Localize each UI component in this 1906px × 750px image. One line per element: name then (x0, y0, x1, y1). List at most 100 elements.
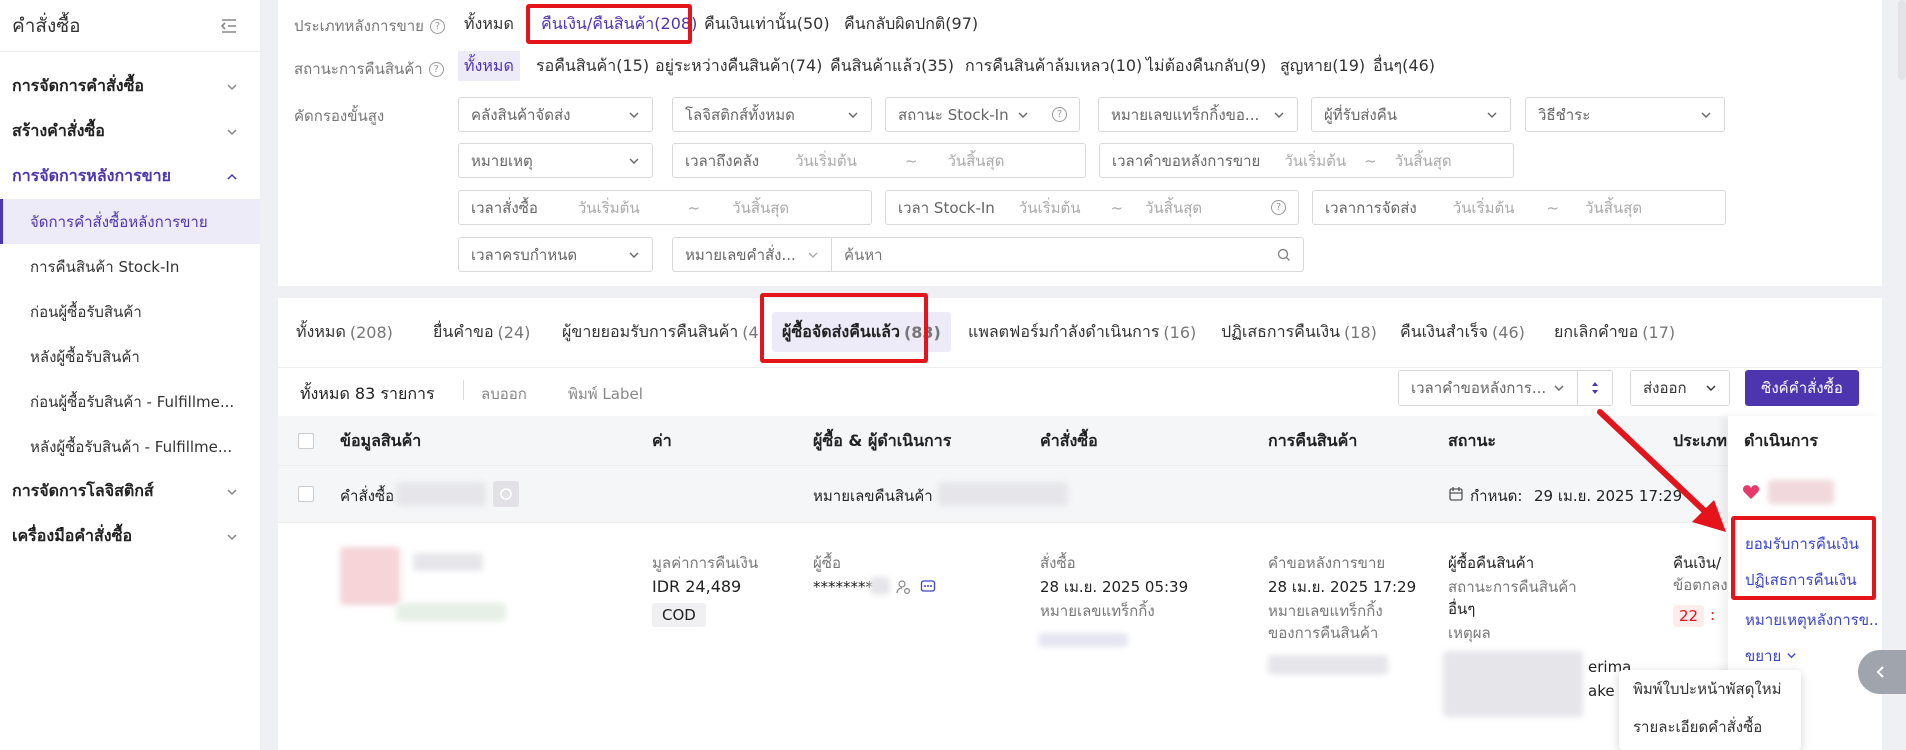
sidebar-item-after-receive[interactable]: หลังผู้ซื้อรับสินค้า (0, 334, 260, 379)
sort-select[interactable]: เวลาคำขอหลังการ... (1398, 370, 1578, 406)
chat-icon[interactable] (920, 579, 936, 595)
sort-order-toggle[interactable] (1577, 370, 1613, 406)
stock-in-status-select[interactable]: สถานะ Stock-In? (885, 97, 1080, 132)
delete-button[interactable]: ลบออก (481, 382, 527, 406)
tab-request-cancelled[interactable]: ยกเลิกคำขอ (17) (1544, 312, 1685, 352)
ship-time-range[interactable]: เวลาการจัดส่ง วันเริ่มต้น ~ วันสิ้นสุด (1312, 190, 1726, 225)
copy-icon[interactable] (493, 481, 519, 507)
print-label-button[interactable]: พิมพ์ Label (568, 382, 643, 406)
search-icon[interactable] (1277, 248, 1291, 262)
type-chip-all[interactable]: ทั้งหมด (458, 9, 520, 39)
sidebar-group-label: เครื่องมือคำสั่งซื้อ (12, 526, 133, 545)
stock-in-time-range[interactable]: เวลา Stock-In วันเริ่มต้น ~ วันสิ้นสุด? (885, 190, 1299, 225)
chevron-down-icon (1274, 112, 1284, 118)
after-sales-note-link[interactable]: หมายเหตุหลังการข... (1745, 608, 1877, 632)
order-number-type-select[interactable]: หมายเลขคำสั่ง... (672, 237, 832, 272)
sidebar-group-label: สร้างคำสั่งซื้อ (12, 121, 105, 140)
sidebar-group-order-tools[interactable]: เครื่องมือคำสั่งซื้อ (0, 514, 260, 559)
start-date-input[interactable]: วันเริ่มต้น (578, 196, 640, 220)
sync-orders-button[interactable]: ซิงค์คำสั่งซื้อ (1745, 370, 1859, 406)
end-date-input[interactable]: วันสิ้นสุด (732, 196, 789, 220)
chevron-down-icon (1018, 112, 1028, 118)
warehouse-time-range[interactable]: เวลาถึงคลัง วันเริ่มต้น ~ วันสิ้นสุด (672, 143, 1086, 178)
status-chip-other[interactable]: อื่นๆ(46) (1367, 51, 1441, 81)
accept-refund-link[interactable]: ยอมรับการคืนเงิน (1745, 532, 1859, 556)
sidebar-item-after-receive-fulfillment[interactable]: หลังผู้ซื้อรับสินค้า - Fulfillme... (0, 424, 260, 469)
collapse-menu-icon[interactable] (220, 18, 238, 34)
status-value: อื่นๆ (1448, 600, 1476, 618)
status-chip-returned[interactable]: คืนสินค้าแล้ว(35) (824, 51, 960, 81)
payment-method-select[interactable]: วิธีชำระ (1525, 97, 1725, 132)
help-icon[interactable]: ? (428, 61, 444, 77)
row-checkbox[interactable] (298, 486, 314, 502)
tracking-type-select[interactable]: หมายเลขแทร็กกิ้งขอ... (1098, 97, 1298, 132)
sidebar-item-stock-in-return[interactable]: การคืนสินค้า Stock-In (0, 244, 260, 289)
tab-seller-accepted[interactable]: ผู้ขายยอมรับการคืนสินค้า (4) (552, 312, 775, 352)
sidebar-header: คำสั่งซื้อ (0, 0, 260, 52)
export-button[interactable]: ส่งออก (1630, 370, 1730, 406)
countdown-badge: 22 (1673, 605, 1705, 627)
tab-platform-processing[interactable]: แพลตฟอร์มกำลังดำเนินการ (16) (958, 312, 1206, 352)
type-chip-abnormal-return[interactable]: คืนกลับผิดปกติ(97) (838, 9, 984, 39)
logistics-select[interactable]: โลจิสติกส์ทั้งหมด (672, 97, 872, 132)
start-date-input[interactable]: วันเริ่มต้น (1284, 149, 1346, 173)
help-icon[interactable]: ? (1271, 200, 1286, 215)
end-date-input[interactable]: วันสิ้นสุด (947, 149, 1004, 173)
help-icon[interactable]: ? (1052, 107, 1067, 122)
end-date-input[interactable]: วันสิ้นสุด (1395, 149, 1452, 173)
page-scrollbar[interactable] (1898, 0, 1906, 80)
select-value: คลังสินค้าจัดส่ง (471, 105, 571, 124)
status-title: ผู้ซื้อคืนสินค้า (1448, 554, 1535, 572)
status-chip-all[interactable]: ทั้งหมด (458, 51, 520, 81)
start-date-input[interactable]: วันเริ่มต้น (795, 149, 857, 173)
sidebar-group-logistics[interactable]: การจัดการโลจิสติกส์ (0, 469, 260, 514)
type-chip-refund-only[interactable]: คืนเงินเท่านั้น(50) (698, 9, 836, 39)
tracking-label: หมายเลขแทร็กกิ้ง (1040, 601, 1155, 621)
reject-refund-link[interactable]: ปฏิเสธการคืนเงิน (1745, 568, 1857, 592)
status-chip-in-progress[interactable]: อยู่ระหว่างคืนสินค้า(74) (649, 51, 828, 81)
sidebar-item-before-receive-fulfillment[interactable]: ก่อนผู้ซื้อรับสินค้า - Fulfillme... (0, 379, 260, 424)
sidebar-item-after-sales-orders[interactable]: จัดการคำสั่งซื้อหลังการขาย (0, 199, 260, 244)
tab-refund-success[interactable]: คืนเงินสำเร็จ (46) (1390, 312, 1535, 352)
tab-count: (24) (497, 322, 531, 342)
select-all-checkbox[interactable] (298, 433, 314, 449)
reprint-shipping-label-item[interactable]: พิมพ์ใบปะหน้าพัสดุใหม่ (1619, 670, 1801, 708)
order-details-item[interactable]: รายละเอียดคำสั่งซื้อ (1619, 708, 1801, 746)
chevron-down-icon (227, 128, 237, 135)
reason-select[interactable]: หมายเหตุ (458, 143, 653, 178)
search-input[interactable] (844, 245, 1244, 264)
tab-all[interactable]: ทั้งหมด (208) (286, 312, 403, 352)
label-text: สั่งซื้อ (1040, 554, 1076, 572)
expand-link[interactable]: ขยาย (1745, 644, 1797, 668)
status-chip-lost[interactable]: สูญหาย(19) (1274, 51, 1371, 81)
search-box[interactable] (831, 237, 1304, 272)
select-value: วิธีชำระ (1538, 105, 1591, 124)
collapse-panel-button[interactable] (1858, 650, 1906, 694)
status-chip-failed[interactable]: การคืนสินค้าล้มเหลว(10) (959, 51, 1148, 81)
status-chip-no-return[interactable]: ไม่ต้องคืนกลับ(9) (1140, 51, 1272, 81)
sidebar-group-order-management[interactable]: การจัดการคำสั่งซื้อ (0, 64, 260, 109)
return-carrier-select[interactable]: ผู้ที่รับส่งคืน (1311, 97, 1511, 132)
user-profile-icon[interactable] (895, 579, 911, 595)
order-time-range[interactable]: เวลาสั่งซื้อ วันเริ่มต้น ~ วันสิ้นสุด (458, 190, 872, 225)
status-chip-waiting[interactable]: รอคืนสินค้า(15) (530, 51, 655, 81)
start-date-input[interactable]: วันเริ่มต้น (1453, 196, 1515, 220)
sidebar-group-after-sales[interactable]: การจัดการหลังการขาย (0, 154, 260, 199)
tab-refund-rejected[interactable]: ปฏิเสธการคืนเงิน (18) (1211, 312, 1387, 352)
sidebar-item-before-receive[interactable]: ก่อนผู้ซื้อรับสินค้า (0, 289, 260, 334)
due-time-select[interactable]: เวลาครบกำหนด (458, 237, 653, 272)
tab-submitted[interactable]: ยื่นคำขอ (24) (423, 312, 540, 352)
help-icon[interactable]: ? (429, 18, 445, 34)
sidebar-group-create-order[interactable]: สร้างคำสั่งซื้อ (0, 109, 260, 154)
return-number-label: หมายเลขคืนสินค้า (813, 487, 933, 505)
start-date-input[interactable]: วันเริ่มต้น (1019, 196, 1081, 220)
reason-fragment-2: ake (1588, 682, 1615, 700)
warehouse-select[interactable]: คลังสินค้าจัดส่ง (458, 97, 653, 132)
request-time-range[interactable]: เวลาคำขอหลังการขาย วันเริ่มต้น ~ วันสิ้นสุด (1099, 143, 1514, 178)
column-header: ข้อมูลสินค้า (340, 430, 422, 450)
end-date-input[interactable]: วันสิ้นสุด (1145, 196, 1202, 220)
chevron-down-icon (848, 112, 858, 118)
end-date-input[interactable]: วันสิ้นสุด (1585, 196, 1642, 220)
refund-amount-value: IDR 24,489 (652, 577, 742, 596)
tab-label: ยื่นคำขอ (433, 321, 494, 341)
